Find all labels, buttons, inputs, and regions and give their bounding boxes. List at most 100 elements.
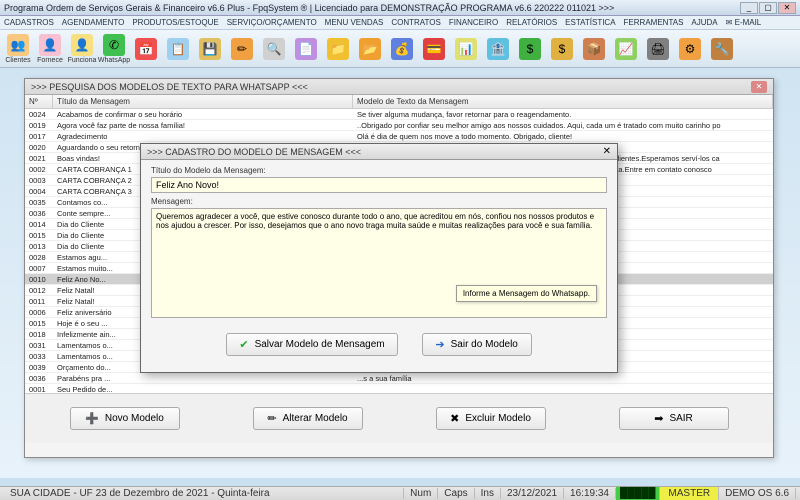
toolbar-button[interactable]: 🏦 [484,38,512,60]
toolbar-button[interactable]: 📊 [452,38,480,60]
toolbar-icon: 📁 [327,38,349,60]
col-modelo[interactable]: Modelo de Texto da Mensagem [353,95,773,108]
panel-header: >>> PESQUISA DOS MODELOS DE TEXTO PARA W… [25,79,773,95]
mensagem-label: Mensagem: [151,197,607,206]
panel-title: >>> PESQUISA DOS MODELOS DE TEXTO PARA W… [31,82,751,92]
menu-item[interactable]: AGENDAMENTO [62,18,125,27]
toolbar-icon: 📦 [583,38,605,60]
table-row[interactable]: 0024Acabamos de confirmar o seu horárioS… [25,109,773,120]
menubar: CADASTROS AGENDAMENTO PRODUTOS/ESTOQUE SERV… [0,16,800,30]
excluir-modelo-button[interactable]: ✖Excluir Modelo [436,407,546,430]
toolbar-button[interactable]: 🖨 [644,38,672,60]
panel-close-button[interactable]: ✕ [751,81,767,93]
toolbar-icon: 💾 [199,38,221,60]
status-progress: █████ [616,487,660,500]
status-ins: Ins [475,488,501,499]
modal-close-button[interactable]: ✕ [603,146,611,157]
titulo-label: Título do Modelo da Mensagem: [151,166,607,175]
maximize-button[interactable]: ▢ [759,2,777,14]
toolbar-button[interactable]: 👥Clientes [4,34,32,64]
toolbar-button[interactable]: 📅 [132,38,160,60]
toolbar-button[interactable]: 🔍 [260,38,288,60]
toolbar-button[interactable]: 💳 [420,38,448,60]
menu-item[interactable]: MENU VENDAS [325,18,384,27]
menu-item[interactable]: RELATÓRIOS [506,18,557,27]
toolbar-icon: 👥 [7,34,29,56]
status-caps: Caps [438,488,474,499]
toolbar-button[interactable]: 🔧 [708,38,736,60]
toolbar-icon: 🏦 [487,38,509,60]
toolbar-button[interactable]: 👤Fornece [36,34,64,64]
table-row[interactable]: 0017AgradecimentoOlá é dia de quem nos m… [25,131,773,142]
toolbar-button[interactable]: $ [548,38,576,60]
status-demo: DEMO OS 6.6 [719,488,796,499]
toolbar-button[interactable]: 💰 [388,38,416,60]
sair-button[interactable]: ➡SAIR [619,407,729,430]
titulo-input[interactable] [151,177,607,193]
toolbar-button[interactable]: 📋 [164,38,192,60]
menu-item[interactable]: PRODUTOS/ESTOQUE [132,18,218,27]
toolbar-button[interactable]: 📦 [580,38,608,60]
toolbar-button[interactable]: 📄 [292,38,320,60]
menu-item[interactable]: SERVIÇO/ORÇAMENTO [227,18,317,27]
alterar-modelo-button[interactable]: ✏Alterar Modelo [253,407,363,430]
toolbar-icon: $ [519,38,541,60]
tooltip: Informe a Mensagem do Whatsapp. [456,285,597,302]
toolbar-icon: 🖨 [647,38,669,60]
menu-item[interactable]: CONTRATOS [391,18,440,27]
toolbar-button[interactable]: 💾 [196,38,224,60]
menu-item[interactable]: ESTATÍSTICA [565,18,615,27]
table-row[interactable]: 0019Agora você faz parte de nossa famíli… [25,120,773,131]
menu-item[interactable]: FERRAMENTAS [624,18,684,27]
col-no[interactable]: Nº [25,95,53,108]
minimize-button[interactable]: _ [740,2,758,14]
toolbar-icon: 📅 [135,38,157,60]
toolbar-button[interactable]: 📂 [356,38,384,60]
menu-item[interactable]: FINANCEIRO [449,18,498,27]
menu-item[interactable]: AJUDA [691,18,717,27]
status-master: MASTER [660,487,719,500]
toolbar-button[interactable]: ✏ [228,38,256,60]
close-button[interactable]: ✕ [778,2,796,14]
col-titulo[interactable]: Título da Mensagem [53,95,353,108]
menu-item[interactable]: CADASTROS [4,18,54,27]
modal-body: Título do Modelo da Mensagem: Mensagem: … [141,160,617,327]
window-titlebar: Programa Ordem de Serviços Gerais & Fina… [0,0,800,16]
toolbar-icon: 💳 [423,38,445,60]
toolbar-icon: 👤 [71,34,93,56]
status-num: Num [404,488,438,499]
toolbar-icon: 📊 [455,38,477,60]
delete-icon: ✖ [450,412,459,425]
toolbar-icon: 👤 [39,34,61,56]
exit-icon: ➡ [654,412,663,425]
panel-footer: ➕Novo Modelo ✏Alterar Modelo ✖Excluir Mo… [25,393,773,443]
cadastro-modelo-modal: >>> CADASTRO DO MODELO DE MENSAGEM <<< ✕… [140,143,618,373]
salvar-modelo-button[interactable]: ✔Salvar Modelo de Mensagem [226,333,397,356]
arrow-icon: ➔ [435,338,444,351]
menu-item[interactable]: ✉ E-MAIL [726,18,762,27]
toolbar-icon: 🔧 [711,38,733,60]
plus-icon: ➕ [85,412,99,425]
status-time: 16:19:34 [564,488,616,499]
toolbar-button[interactable]: 👤Funciona [68,34,96,64]
toolbar-icon: 📈 [615,38,637,60]
toolbar-button[interactable]: ⚙ [676,38,704,60]
toolbar-button[interactable]: $ [516,38,544,60]
toolbar-button[interactable]: 📁 [324,38,352,60]
sair-modelo-button[interactable]: ➔Sair do Modelo [422,333,532,356]
novo-modelo-button[interactable]: ➕Novo Modelo [70,407,180,430]
toolbar-icon: 💰 [391,38,413,60]
toolbar-icon: 🔍 [263,38,285,60]
table-header: Nº Título da Mensagem Modelo de Texto da… [25,95,773,109]
toolbar-icon: 📋 [167,38,189,60]
edit-icon: ✏ [267,412,276,425]
toolbar-icon: ✆ [103,34,125,56]
window-title: Programa Ordem de Serviços Gerais & Fina… [4,3,740,13]
table-row[interactable]: 0036Parabéns pra ......s a sua família [25,373,773,384]
workspace: >>> PESQUISA DOS MODELOS DE TEXTO PARA W… [0,68,800,478]
table-row[interactable]: 0001Seu Pedido de... [25,384,773,393]
toolbar-button[interactable]: 📈 [612,38,640,60]
modal-header: >>> CADASTRO DO MODELO DE MENSAGEM <<< ✕ [141,144,617,160]
check-icon: ✔ [239,338,248,351]
toolbar-button[interactable]: ✆WhatsApp [100,34,128,64]
